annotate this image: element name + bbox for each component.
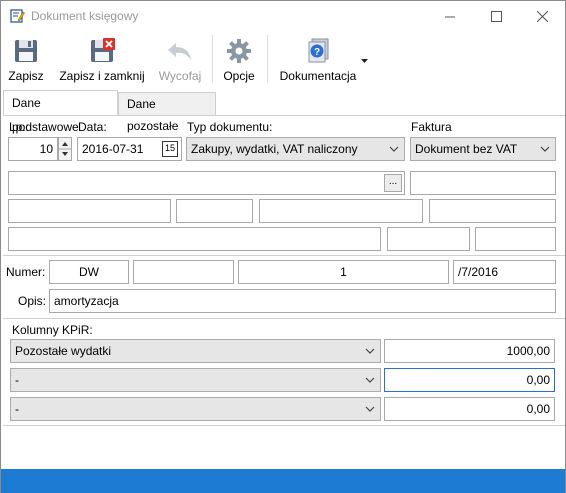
- lp-input[interactable]: 10: [8, 137, 58, 161]
- contractor-nip-input[interactable]: [410, 171, 556, 195]
- save-and-close-label: Zapisz i zamknij: [59, 69, 145, 83]
- contractor-street-input[interactable]: [8, 199, 171, 223]
- kpir-column-value: -: [15, 373, 19, 387]
- doc-type-label: Typ dokumentu:: [187, 120, 273, 134]
- gear-icon: [227, 39, 251, 63]
- minimize-icon: [444, 16, 455, 17]
- floppy-disk-close-icon: [91, 38, 115, 62]
- contractor-code-input[interactable]: [387, 227, 470, 251]
- invoice-value: Dokument bez VAT: [415, 142, 518, 156]
- kpir-amount-input[interactable]: 0,00: [384, 368, 555, 392]
- number-label: Numer:: [6, 265, 46, 279]
- documentation-label: Dokumentacja: [279, 69, 357, 83]
- tab-basic-data[interactable]: Dane podstawowe: [3, 90, 118, 134]
- kpir-column-select[interactable]: -: [10, 397, 381, 421]
- options-label: Opcje: [223, 69, 255, 83]
- kpir-label: Kolumny KPiR:: [12, 323, 93, 337]
- documentation-button[interactable]: ? Dokumentacja: [277, 35, 373, 87]
- undo-button[interactable]: Wycofaj: [155, 35, 205, 87]
- invoice-select[interactable]: Dokument bez VAT: [410, 137, 556, 161]
- contractor-postal-input[interactable]: [259, 199, 423, 223]
- invoice-label: Faktura: [411, 120, 452, 134]
- description-input[interactable]: amortyzacja: [49, 289, 556, 313]
- number-prefix-input[interactable]: DW: [49, 260, 129, 284]
- date-input[interactable]: 2016-07-31 15: [77, 137, 182, 161]
- kpir-column-select[interactable]: -: [10, 368, 381, 392]
- chevron-down-icon: [365, 348, 375, 354]
- chevron-down-icon: [365, 377, 375, 383]
- toolbar-separator: [267, 35, 268, 83]
- spinner-arrows-icon: [59, 142, 71, 156]
- description-label: Opis:: [18, 294, 47, 308]
- kpir-amount-input[interactable]: 0,00: [384, 397, 555, 421]
- maximize-icon: [490, 10, 502, 22]
- options-button[interactable]: Opcje: [218, 35, 260, 87]
- close-icon: [536, 10, 548, 22]
- close-button[interactable]: [519, 1, 565, 31]
- section-divider: [3, 255, 565, 256]
- save-button[interactable]: Zapisz: [5, 35, 47, 87]
- kpir-column-value: -: [15, 402, 19, 416]
- undo-label: Wycofaj: [158, 69, 202, 83]
- doc-type-value: Zakupy, wydatki, VAT naliczony: [191, 142, 358, 156]
- floppy-disk-icon: [15, 40, 37, 62]
- toolbar: Zapisz Zapisz i zamknij Wycofaj Opcje ? …: [1, 31, 565, 87]
- minimize-button[interactable]: [427, 1, 473, 31]
- contractor-name-input[interactable]: ...: [8, 171, 405, 195]
- maximize-button[interactable]: [473, 1, 519, 31]
- dialog-window: Dokument księgowy Zapisz Zapisz i zamkni…: [0, 0, 566, 493]
- contractor-house-input[interactable]: [176, 199, 253, 223]
- kpir-amount-input[interactable]: 1000,00: [384, 339, 555, 363]
- calendar-icon[interactable]: 15: [162, 141, 178, 157]
- chevron-down-icon: [365, 406, 375, 412]
- undo-arrow-icon: [168, 43, 191, 60]
- help-document-icon: ?: [308, 38, 329, 63]
- window-title: Dokument księgowy: [31, 9, 139, 23]
- save-and-close-button[interactable]: Zapisz i zamknij: [57, 35, 147, 87]
- section-divider: [3, 318, 565, 319]
- dropdown-arrow-icon: [361, 59, 368, 63]
- number-seq-input[interactable]: 1: [238, 260, 449, 284]
- number-mid-input[interactable]: [133, 260, 234, 284]
- status-bar: [1, 469, 565, 493]
- browse-button[interactable]: ...: [384, 174, 402, 192]
- contractor-city-input[interactable]: [429, 199, 556, 223]
- doc-type-select[interactable]: Zakupy, wydatki, VAT naliczony: [186, 137, 405, 161]
- date-label: Data:: [78, 120, 107, 134]
- lp-label: Lp.:: [9, 120, 30, 134]
- number-suffix-input[interactable]: /7/2016: [453, 260, 556, 284]
- title-bar: Dokument księgowy: [1, 1, 565, 31]
- save-label: Zapisz: [8, 69, 44, 83]
- chevron-down-icon: [540, 146, 550, 152]
- kpir-column-value: Pozostałe wydatki: [15, 344, 112, 358]
- toolbar-separator: [212, 35, 213, 83]
- section-divider: [3, 425, 565, 426]
- contractor-extra-input[interactable]: [8, 227, 381, 251]
- chevron-down-icon: [389, 146, 399, 152]
- date-value: 2016-07-31: [82, 142, 144, 156]
- tab-strip: Dane podstawowe Dane pozostałe: [1, 88, 565, 134]
- svg-text:?: ?: [314, 47, 320, 58]
- contractor-country-input[interactable]: [475, 227, 556, 251]
- tab-other-data[interactable]: Dane pozostałe: [118, 92, 216, 133]
- document-edit-icon: [10, 9, 25, 23]
- lp-spinner[interactable]: [58, 137, 72, 161]
- kpir-column-select[interactable]: Pozostałe wydatki: [10, 339, 381, 363]
